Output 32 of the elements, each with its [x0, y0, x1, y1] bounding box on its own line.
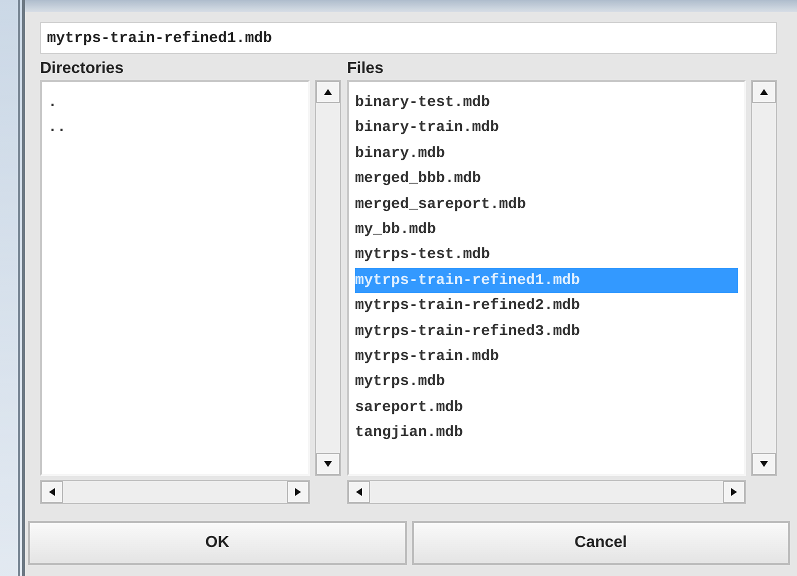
- file-item[interactable]: mytrps-train-refined3.mdb: [355, 318, 738, 344]
- cancel-button[interactable]: Cancel: [412, 521, 790, 565]
- file-item[interactable]: merged_bbb.mdb: [355, 166, 738, 192]
- vertical-scrollbar[interactable]: [751, 80, 777, 476]
- file-item[interactable]: mytrps-test.mdb: [355, 242, 738, 268]
- filename-field[interactable]: mytrps-train-refined1.mdb: [40, 22, 777, 54]
- scroll-right-icon[interactable]: [723, 481, 745, 503]
- file-item[interactable]: tangjian.mdb: [355, 420, 738, 446]
- scroll-right-icon[interactable]: [287, 481, 309, 503]
- file-item[interactable]: binary-test.mdb: [355, 90, 738, 116]
- horizontal-scrollbar[interactable]: [347, 480, 746, 504]
- ok-button[interactable]: OK: [28, 521, 406, 565]
- directory-item[interactable]: .: [48, 90, 302, 116]
- horizontal-scrollbar[interactable]: [40, 480, 310, 504]
- directory-item[interactable]: ..: [48, 115, 302, 141]
- file-item[interactable]: binary-train.mdb: [355, 115, 738, 141]
- file-item[interactable]: sareport.mdb: [355, 394, 738, 420]
- scroll-up-icon[interactable]: [316, 81, 340, 103]
- file-item[interactable]: binary.mdb: [355, 140, 738, 166]
- scroll-up-icon[interactable]: [752, 81, 776, 103]
- vertical-scrollbar[interactable]: [315, 80, 341, 476]
- scroll-left-icon[interactable]: [41, 481, 63, 503]
- list-label: Directories: [40, 59, 124, 79]
- file-item[interactable]: mytrps-train-refined2.mdb: [355, 293, 738, 319]
- file-item[interactable]: mytrps-train.mdb: [355, 344, 738, 370]
- file-item[interactable]: mytrps.mdb: [355, 369, 738, 395]
- scroll-down-icon[interactable]: [316, 453, 340, 475]
- scroll-down-icon[interactable]: [752, 453, 776, 475]
- list-label: Files: [347, 59, 384, 79]
- file-item[interactable]: merged_sareport.mdb: [355, 192, 738, 217]
- scroll-left-icon[interactable]: [348, 481, 370, 503]
- file-item[interactable]: my_bb.mdb: [355, 216, 738, 242]
